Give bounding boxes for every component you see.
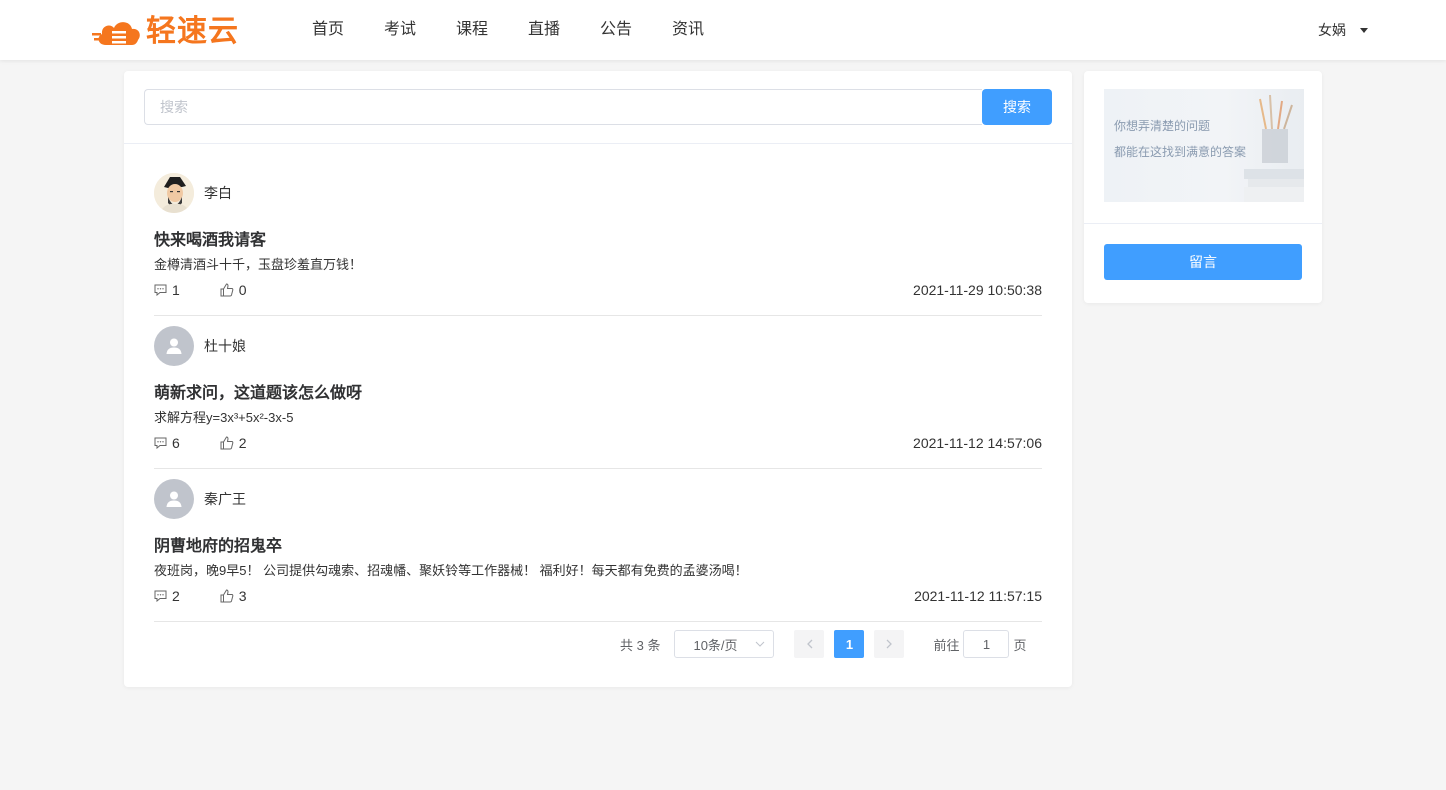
default-user-avatar[interactable] [154,479,194,519]
pagination: 共 3 条 10条/页 1 前往 页 [620,629,1027,659]
comment-icon [154,284,167,296]
banner-line-1: 你想弄清楚的问题 [1114,119,1211,133]
nav-item-course[interactable]: 课程 [436,0,508,60]
like-count[interactable]: 2 [220,435,247,451]
post-item: 秦广王 阴曹地府的招鬼卒 夜班岗，晚9早5！ 公司提供勾魂索、招魂幡、聚妖铃等工… [154,469,1042,622]
page-size-value: 10条/页 [693,637,738,653]
divider [124,143,1072,144]
banner-image: 你想弄清楚的问题 都能在这找到满意的答案 [1104,89,1304,202]
comment-count[interactable]: 6 [154,435,180,451]
like-number: 3 [238,588,247,604]
post-title[interactable]: 阴曹地府的招鬼卒 [154,532,282,556]
author-name: 李白 [204,185,232,201]
forum-main-card: 搜索 李白 快来喝酒我请客 金樽清酒斗十千，玉盘珍羞直万钱！ [124,71,1072,687]
post-time: 2021-11-29 10:50:38 [913,282,1042,298]
comment-icon [154,590,167,602]
chevron-down-icon [756,641,765,647]
nav-item-home[interactable]: 首页 [292,0,364,60]
nav-item-notice[interactable]: 公告 [580,0,652,60]
top-header: 轻速云 首页 考试 课程 直播 公告 资讯 女娲 [0,0,1446,60]
comment-number: 2 [172,588,180,604]
portrait-avatar[interactable] [154,173,194,213]
comment-number: 1 [172,282,180,298]
thumbs-up-icon [220,589,234,603]
cloud-logo-icon [92,15,144,49]
chevron-left-icon [807,639,813,649]
nav-item-live[interactable]: 直播 [508,0,580,60]
comment-number: 6 [172,435,180,451]
like-count[interactable]: 0 [220,282,247,298]
divider [1084,223,1322,224]
default-user-avatar[interactable] [154,326,194,366]
like-number: 0 [238,282,247,298]
nav-item-exam[interactable]: 考试 [364,0,436,60]
user-menu[interactable]: 女娲 [1318,0,1368,60]
post-time: 2021-11-12 14:57:06 [913,435,1042,451]
chevron-right-icon [886,639,892,649]
total-count: 共 3 条 [620,637,661,653]
post-author: 李白 [154,173,232,213]
search-input[interactable] [144,89,982,125]
user-name: 女娲 [1318,22,1346,38]
comment-count[interactable]: 2 [154,588,180,604]
author-name: 秦广王 [204,491,246,507]
user-icon [166,338,182,354]
thumbs-up-icon [220,436,234,450]
comment-count[interactable]: 1 [154,282,180,298]
search-button[interactable]: 搜索 [982,89,1052,125]
post-author: 秦广王 [154,479,246,519]
post-author: 杜十娘 [154,326,246,366]
logo[interactable]: 轻速云 [92,15,239,49]
post-meta: 2 3 2021-11-12 11:57:15 [154,587,1042,605]
sidebar-card: 你想弄清楚的问题 都能在这找到满意的答案 留言 [1084,71,1322,303]
nav-item-news[interactable]: 资讯 [652,0,724,60]
goto-page: 前往 页 [933,630,1027,658]
page-size-select[interactable]: 10条/页 [674,630,775,658]
post-content: 求解方程y=3x³+5x²-3x-5 [154,410,294,425]
goto-label: 前往 [933,637,960,653]
post-time: 2021-11-12 11:57:15 [914,588,1042,604]
page-unit-label: 页 [1013,637,1027,653]
post-item: 杜十娘 萌新求问，这道题该怎么做呀 求解方程y=3x³+5x²-3x-5 6 2… [154,316,1042,469]
thumbs-up-icon [220,283,234,297]
next-page-button[interactable] [874,630,905,658]
prev-page-button[interactable] [794,630,825,658]
like-number: 2 [238,435,247,451]
leave-message-button[interactable]: 留言 [1104,244,1302,280]
goto-page-input[interactable] [963,630,1010,658]
search-bar: 搜索 [144,89,1052,125]
like-count[interactable]: 3 [220,588,247,604]
post-meta: 1 0 2021-11-29 10:50:38 [154,281,1042,299]
pencil-cup-icon [1244,94,1304,202]
post-content: 夜班岗，晚9早5！ 公司提供勾魂索、招魂幡、聚妖铃等工作器械！ 福利好！每天都有… [154,563,748,578]
post-item: 李白 快来喝酒我请客 金樽清酒斗十千，玉盘珍羞直万钱！ 1 0 2021-11-… [154,163,1042,316]
post-meta: 6 2 2021-11-12 14:57:06 [154,434,1042,452]
banner-line-2: 都能在这找到满意的答案 [1114,145,1247,159]
author-name: 杜十娘 [204,338,246,354]
post-content: 金樽清酒斗十千，玉盘珍羞直万钱！ [154,257,363,272]
logo-text: 轻速云 [146,15,239,48]
user-icon [166,491,182,507]
main-nav: 首页 考试 课程 直播 公告 资讯 [292,0,724,60]
page-number[interactable]: 1 [834,630,865,658]
comment-icon [154,437,167,449]
post-title[interactable]: 萌新求问，这道题该怎么做呀 [154,379,362,403]
caret-down-icon [1360,27,1368,33]
post-title[interactable]: 快来喝酒我请客 [154,226,266,250]
